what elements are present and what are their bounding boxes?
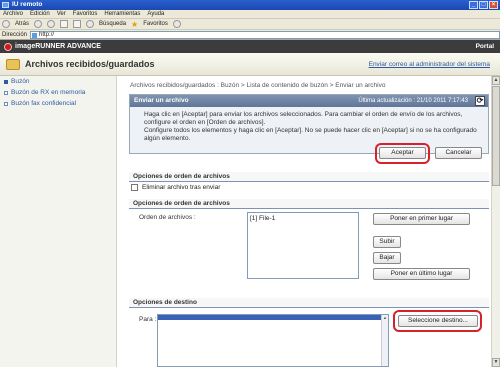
search-icon[interactable]	[86, 20, 95, 28]
address-label: Dirección	[2, 31, 28, 38]
refresh-icon[interactable]	[60, 20, 69, 28]
sidebar-item-label: Buzón fax confidencial	[11, 100, 77, 107]
instructions-line-2: Configure todos los elementos y haga cli…	[144, 127, 477, 142]
scroll-thumb[interactable]	[492, 86, 500, 186]
cancel-button[interactable]: Cancelar	[435, 147, 482, 159]
minimize-button[interactable]: _	[469, 1, 478, 9]
favorites-button-label[interactable]: Favoritos	[143, 21, 168, 27]
select-destination-button[interactable]: Seleccione destino...	[398, 315, 478, 327]
admin-email-link[interactable]: Enviar correo al administrador del siste…	[369, 61, 490, 68]
page-title: Archivos recibidos/guardados	[25, 59, 155, 69]
file-list-item[interactable]: [1] File-1	[250, 215, 356, 222]
window-controls: _ □ ×	[469, 1, 498, 9]
bullet-icon	[4, 101, 8, 106]
main-content: Archivos recibidos/guardados : Buzón > L…	[117, 76, 491, 367]
maximize-button[interactable]: □	[479, 1, 488, 9]
menu-bar: Archivo Edición Ver Favoritos Herramient…	[0, 10, 500, 19]
delete-after-send-checkbox[interactable]	[131, 184, 138, 191]
panel-header: Enviar un archivo Última actualización :…	[130, 95, 488, 107]
menu-ver[interactable]: Ver	[57, 11, 66, 17]
accept-button[interactable]: Aceptar	[379, 147, 426, 159]
portal-link[interactable]: Portal	[476, 43, 494, 50]
brand-name: imageRUNNER ADVANCE	[15, 43, 101, 50]
ie-icon	[2, 2, 9, 8]
canon-logo-icon	[4, 42, 12, 51]
bullet-icon	[4, 79, 8, 84]
address-bar: Dirección http://	[0, 30, 500, 40]
page-scrollbar[interactable]: ▲ ▼	[491, 76, 500, 367]
selected-row	[158, 315, 388, 320]
browser-toolbar: Atrás Búsqueda ★ Favoritos	[0, 19, 500, 30]
home-icon[interactable]	[73, 20, 82, 28]
sidebar-item-buzon[interactable]: Buzón	[0, 76, 116, 87]
close-button[interactable]: ×	[489, 1, 498, 9]
panel-title: Enviar un archivo	[134, 97, 189, 104]
scroll-up-icon[interactable]: ▲	[492, 76, 500, 85]
destination-label: Para :	[139, 316, 157, 323]
delete-after-send-label: Eliminar archivo tras enviar	[142, 184, 221, 191]
menu-ayuda[interactable]: Ayuda	[147, 11, 164, 17]
file-order-listbox[interactable]: [1] File-1	[247, 212, 359, 279]
history-icon[interactable]	[172, 20, 181, 28]
search-button-label[interactable]: Búsqueda	[99, 21, 126, 27]
instructions-line-1: Haga clic en [Aceptar] para enviar los a…	[144, 111, 463, 126]
last-place-button[interactable]: Poner en último lugar	[373, 268, 470, 280]
sidebar-item-label: Buzón de RX en memoria	[11, 89, 86, 96]
last-update: Última actualización : 21/10 2011 7:17:4…	[358, 98, 468, 104]
back-arrow-icon[interactable]	[2, 20, 10, 28]
section-destination: Opciones de destino	[129, 298, 489, 308]
window-title: IU remoto	[12, 1, 43, 8]
file-order-label: Orden de archivos :	[139, 214, 196, 221]
menu-edicion[interactable]: Edición	[30, 11, 50, 17]
delete-after-send-row: Eliminar archivo tras enviar	[131, 184, 220, 191]
section-file-order: Opciones de orden de archivos	[129, 199, 489, 209]
sidebar-item-fax-confidencial[interactable]: Buzón fax confidencial	[0, 98, 116, 109]
send-file-panel: Enviar un archivo Última actualización :…	[129, 94, 489, 154]
sidebar-item-label: Buzón	[11, 78, 30, 85]
instructions: Haga clic en [Aceptar] para enviar los a…	[144, 111, 484, 143]
refresh-icon[interactable]: ⟳	[475, 96, 485, 106]
favorites-icon[interactable]: ★	[131, 20, 138, 29]
destination-listbox[interactable]	[157, 314, 389, 367]
down-button[interactable]: Bajar	[373, 252, 401, 264]
sidebar-item-rx-memoria[interactable]: Buzón de RX en memoria	[0, 87, 116, 98]
forward-arrow-icon[interactable]	[34, 20, 43, 28]
menu-archivo[interactable]: Archivo	[3, 11, 23, 17]
menu-herramientas[interactable]: Herramientas	[104, 11, 140, 17]
first-place-button[interactable]: Poner en primer lugar	[373, 213, 470, 225]
bullet-icon	[4, 90, 8, 95]
listbox-scrollbar[interactable]	[381, 315, 388, 366]
folder-icon	[6, 59, 20, 70]
page-header: Archivos recibidos/guardados Enviar corr…	[0, 53, 500, 76]
sidebar: Buzón Buzón de RX en memoria Buzón fax c…	[0, 76, 117, 367]
address-input[interactable]: http://	[30, 30, 500, 39]
menu-favoritos[interactable]: Favoritos	[73, 11, 98, 17]
window-title-bar: IU remoto _ □ ×	[0, 0, 500, 10]
breadcrumb: Archivos recibidos/guardados : Buzón > L…	[130, 82, 386, 89]
section-file-order-options: Opciones de orden de archivos	[129, 172, 489, 182]
scroll-down-icon[interactable]: ▼	[492, 358, 500, 367]
app-header: imageRUNNER ADVANCE Portal	[0, 40, 500, 53]
stop-icon[interactable]	[47, 20, 56, 28]
up-button[interactable]: Subir	[373, 236, 401, 248]
back-button-label[interactable]: Atrás	[15, 21, 29, 27]
